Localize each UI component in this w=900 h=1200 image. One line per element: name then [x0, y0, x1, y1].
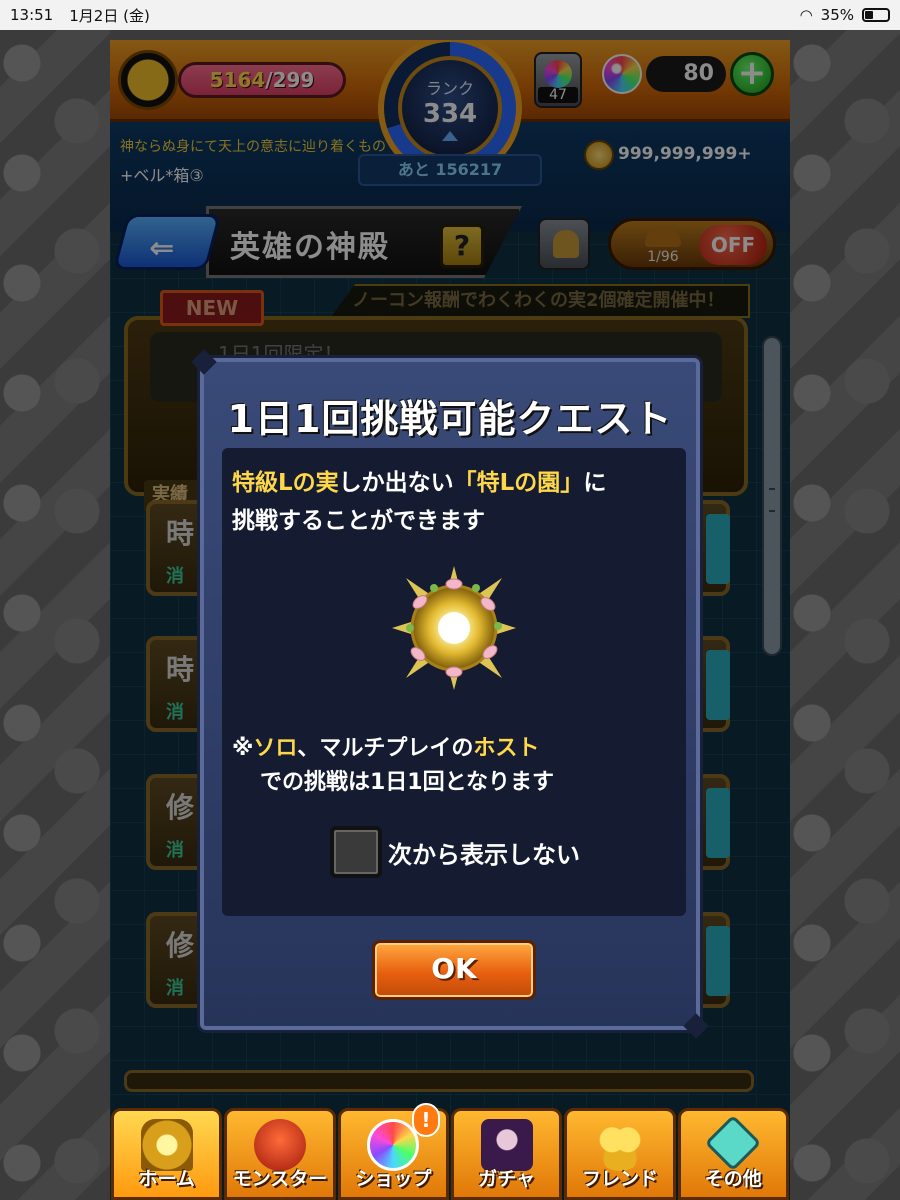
dialog-description: 特級Lの実しか出ない「特Lの園」に 挑戦することができます	[232, 464, 676, 540]
left-background	[0, 30, 110, 1200]
tab-label: フレンド	[581, 1168, 658, 1190]
dialog-note: ※ソロ、マルチプレイのホスト での挑戦は1日1回となります	[232, 732, 676, 800]
desc-highlight-fruit: 特級Lの実	[232, 470, 339, 496]
status-time: 13:51	[10, 6, 54, 24]
desc-highlight-garden: 「特Lの園」	[453, 470, 584, 496]
note-highlight-solo: ソロ	[253, 736, 298, 761]
other-icon	[705, 1114, 762, 1172]
dont-show-again-label[interactable]: 次から表示しない	[388, 835, 580, 870]
tab-other[interactable]: その他	[677, 1108, 789, 1200]
tab-monster[interactable]: モンスター	[224, 1108, 336, 1200]
desc-text-end: に	[583, 470, 607, 496]
battery-icon	[862, 8, 890, 22]
status-date: 1月2日 (金)	[69, 6, 150, 25]
tab-home[interactable]: ホーム	[111, 1108, 223, 1200]
dont-show-again-checkbox[interactable]	[330, 826, 382, 878]
dialog-body: 特級Lの実しか出ない「特Lの園」に 挑戦することができます ※ソロ、マルチプレイ…	[222, 448, 686, 916]
note-prefix: ※	[232, 736, 254, 761]
dialog-title: 1日1回挑戦可能クエスト	[227, 397, 673, 441]
tab-gacha[interactable]: ガチャ	[450, 1108, 563, 1200]
tab-label: モンスター	[232, 1168, 328, 1190]
special-fruit-icon	[392, 566, 516, 690]
right-background	[790, 30, 900, 1200]
notification-badge: !	[411, 1103, 440, 1137]
quest-info-dialog: 1日1回挑戦可能クエスト 特級Lの実しか出ない「特Lの園」に 挑戦することができ…	[200, 358, 700, 1030]
note-mid: 、マルチプレイの	[297, 736, 474, 761]
status-bar: 13:51 1月2日 (金) ◠ 35%	[0, 0, 900, 30]
tab-label: ショップ	[355, 1168, 432, 1190]
wifi-icon: ◠	[799, 6, 813, 24]
desc-text: しか出ない	[338, 470, 454, 496]
battery-percent: 35%	[820, 6, 854, 24]
tab-friend[interactable]: フレンド	[564, 1108, 676, 1200]
ok-button[interactable]: OK	[372, 940, 536, 1000]
tab-label: ガチャ	[478, 1168, 536, 1190]
note-highlight-host: ホスト	[473, 736, 540, 761]
tab-label: ホーム	[138, 1168, 195, 1190]
note-line2: での挑戦は1日1回となります	[260, 770, 554, 795]
bottom-tab-bar: ホーム モンスター ! ショップ ガチャ フレンド その他	[110, 1103, 790, 1200]
dont-show-again-row[interactable]: 次から表示しない	[330, 826, 580, 878]
tab-label: その他	[704, 1168, 762, 1190]
tab-shop[interactable]: ! ショップ	[337, 1103, 449, 1200]
desc-line2: 挑戦することができます	[232, 508, 485, 534]
